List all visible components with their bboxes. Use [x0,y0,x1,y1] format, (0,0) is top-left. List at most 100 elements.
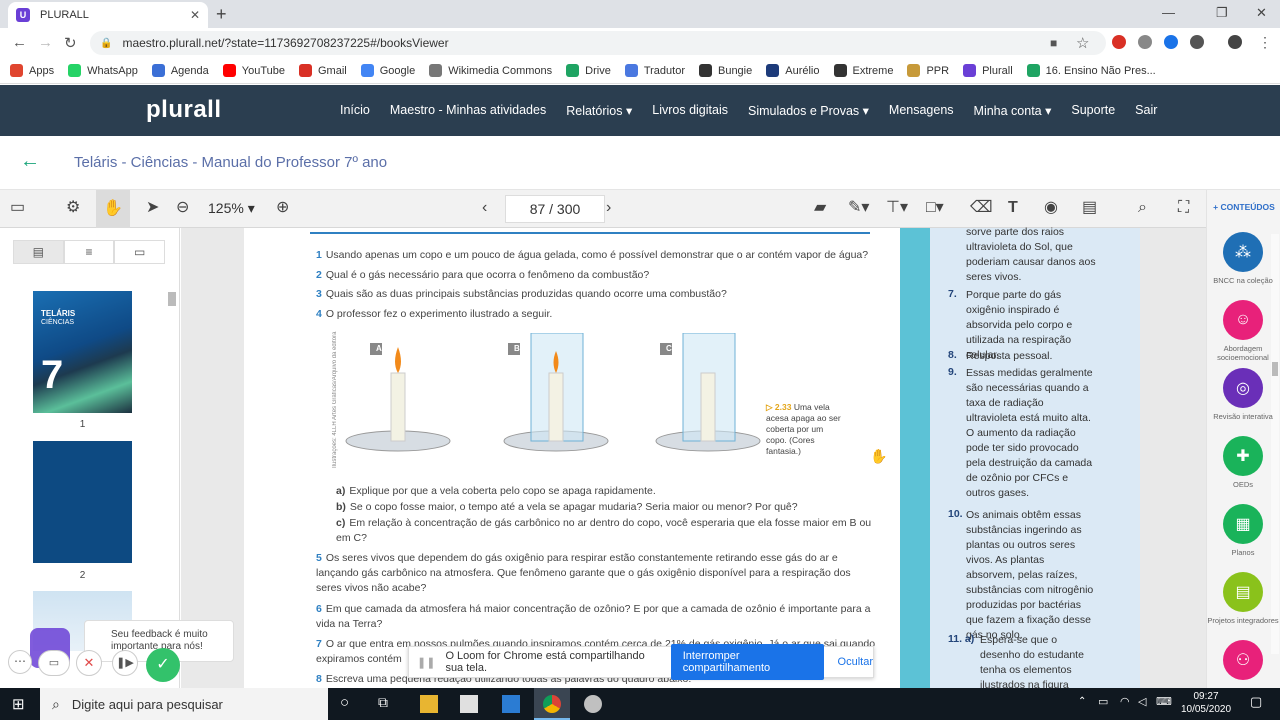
scrollbar-track[interactable] [1271,234,1279,654]
nav-item[interactable]: Maestro - Minhas atividades [390,103,546,118]
content-button-icon[interactable]: ▤ [1223,572,1263,612]
bookmark-item[interactable]: Extreme [833,64,893,77]
nav-item[interactable]: Livros digitais [652,103,728,118]
extension-opera-icon[interactable] [1112,35,1126,49]
bookmark-item[interactable]: WhatsApp [68,64,138,77]
loom-pause-icon[interactable]: ❚▶ [112,650,138,676]
more-contents-link[interactable]: + CONTEÚDOS [1207,202,1280,212]
close-tab-icon[interactable]: ✕ [190,8,200,22]
nav-item[interactable]: Sair [1135,103,1157,118]
hide-button[interactable]: Ocultar [838,656,873,668]
close-window-icon[interactable]: ✕ [1256,5,1267,21]
tab-annotations[interactable]: ▭ [114,240,166,264]
bookmark-star-icon[interactable]: ☆ [1076,34,1089,52]
thumbnail-page-2[interactable] [33,441,132,563]
task-view-icon[interactable]: ⧉ [378,694,388,711]
file-explorer-icon[interactable] [420,695,438,713]
bookmark-item[interactable]: Bungie [698,64,752,77]
bookmark-item[interactable]: Drive [566,64,611,77]
content-button-icon[interactable]: ☺ [1223,300,1263,340]
bookmark-item[interactable]: 16. Ensino Não Pres... [1026,64,1156,77]
taskbar-search[interactable]: ⌕ Digite aqui para pesquisar [40,688,328,720]
tab-pages[interactable]: ▤ [13,240,64,264]
reload-icon[interactable]: ↻ [64,34,77,52]
scrollbar-thumb[interactable] [168,292,176,306]
thumbnail-page-1[interactable]: TELÁRIS CIÊNCIAS 7 [33,291,132,413]
maximize-icon[interactable]: ❐ [1216,5,1228,21]
bookmark-item[interactable]: YouTube [222,64,285,77]
address-bar[interactable]: 🔒 maestro.plurall.net/?state=11736927082… [90,31,1106,55]
profile-icon[interactable] [1228,35,1242,49]
store-icon[interactable] [460,695,478,713]
loom-more-icon[interactable]: ⋯ [8,650,32,674]
comment-icon[interactable]: ▰ [814,199,826,217]
pointer-icon[interactable]: ➤ [146,199,159,217]
content-button-icon[interactable]: ⚇ [1223,640,1263,680]
bookmark-item[interactable]: Google [360,64,415,77]
keyboard-icon[interactable]: ⌨ [1156,695,1172,708]
app-icon[interactable] [584,695,602,713]
pen-icon[interactable]: ✎▾ [848,199,869,217]
notifications-icon[interactable]: ▢ [1250,694,1262,710]
nav-item[interactable]: Início [340,103,370,118]
bookmark-item[interactable]: Plurall [963,64,1013,77]
content-button-icon[interactable]: ▦ [1223,504,1263,544]
bookmark-item[interactable]: Apps [10,64,54,77]
nav-item[interactable]: Simulados e Provas ▾ [748,103,869,118]
loom-cancel-icon[interactable]: ✕ [76,650,102,676]
cortana-icon[interactable]: ○ [340,694,349,711]
stop-sharing-button[interactable]: Interromper compartilhamento [670,644,824,680]
new-tab-icon[interactable]: + [216,4,227,25]
hand-tool-icon[interactable]: ✋ [96,190,130,228]
plurall-logo[interactable]: plurall [146,96,222,124]
bookmark-item[interactable]: Wikimedia Commons [429,64,552,77]
tab-outline[interactable]: ≡ [63,240,115,264]
notes-icon[interactable]: ▤ [1082,199,1097,217]
bookmark-item[interactable]: Aurélio [766,64,820,77]
next-page-icon[interactable]: › [606,199,611,217]
fullscreen-icon[interactable]: ⛶ [1178,199,1189,217]
prev-page-icon[interactable]: ‹ [482,199,487,217]
bookmark-item[interactable]: Gmail [299,64,347,77]
volume-icon[interactable]: ◁ [1138,695,1146,708]
scrollbar-thumb[interactable] [1272,362,1278,376]
nav-item[interactable]: Minha conta ▾ [974,103,1052,118]
sidebar-toggle-icon[interactable]: ▭ [10,199,25,217]
nav-item[interactable]: Mensagens [889,103,954,118]
tray-chevron-icon[interactable]: ⌃ [1078,696,1086,707]
loom-finish-icon[interactable]: ✓ [146,648,180,682]
page-number-input[interactable]: 87 / 300 [505,195,605,223]
tray-icon[interactable]: ▭ [1098,695,1108,708]
browser-tab[interactable]: U PLURALL ✕ [8,2,208,28]
back-arrow-icon[interactable]: ← [20,150,40,173]
bookmark-item[interactable]: PPR [907,64,949,77]
settings-gear-icon[interactable]: ⚙ [66,199,80,217]
content-button-icon[interactable]: ◎ [1223,368,1263,408]
extension-icon[interactable] [1138,35,1152,49]
loom-camera-icon[interactable]: ▭ [38,650,70,676]
zoom-in-icon[interactable]: ⊕ [276,199,289,217]
windows-start-icon[interactable]: ⊞ [12,695,25,713]
shape-icon[interactable]: □▾ [926,199,944,217]
extension-icon[interactable] [1190,35,1204,49]
clock[interactable]: 09:27 10/05/2020 [1176,690,1236,716]
content-button-icon[interactable]: ✚ [1223,436,1263,476]
nav-item[interactable]: Suporte [1071,103,1115,118]
menu-dots-icon[interactable]: ⋮ [1258,34,1272,51]
back-icon[interactable]: ← [12,34,27,51]
forward-icon[interactable]: → [38,34,53,51]
mail-icon[interactable] [502,695,520,713]
bookmark-item[interactable]: Agenda [151,64,209,77]
eye-icon[interactable]: ◉ [1044,199,1058,217]
text-tool-icon[interactable]: T [1008,199,1018,217]
nav-item[interactable]: Relatórios ▾ [566,103,632,118]
zoom-out-icon[interactable]: ⊖ [176,199,189,217]
wifi-icon[interactable]: ◠ [1120,695,1130,708]
camera-icon[interactable]: ■ [1050,36,1057,50]
chrome-taskbar-button[interactable] [534,688,570,720]
zoom-select[interactable]: 125% ▾ [208,200,255,217]
text-box-icon[interactable]: ⊤▾ [886,199,908,217]
search-icon[interactable]: ⌕ [1138,199,1147,217]
eraser-icon[interactable]: ⌫ [970,199,993,217]
minimize-icon[interactable]: — [1162,5,1175,20]
